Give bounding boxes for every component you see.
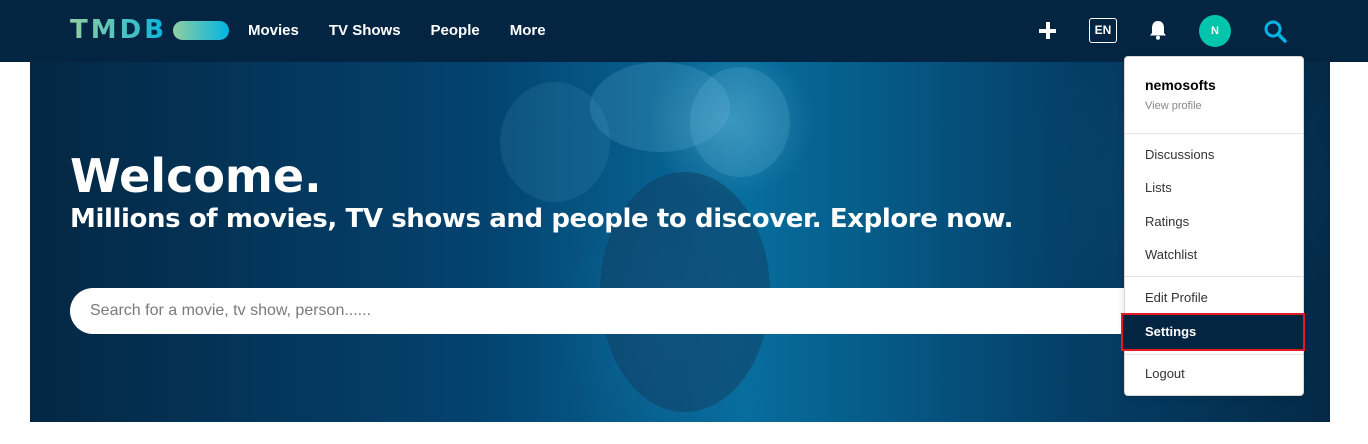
- bell-icon[interactable]: [1149, 20, 1167, 40]
- user-dropdown-menu: nemosofts View profile Discussions Lists…: [1121, 56, 1305, 396]
- hero-title: Welcome.: [70, 149, 322, 203]
- nav-item-tv-shows[interactable]: TV Shows: [329, 20, 401, 42]
- top-navbar: TMDB Movies TV Shows People More EN N: [0, 0, 1368, 62]
- main-nav: Movies TV Shows People More: [248, 20, 576, 42]
- logo-pill-shape: [173, 20, 230, 40]
- avatar[interactable]: N: [1199, 15, 1231, 47]
- menu-item-watchlist[interactable]: Watchlist: [1145, 246, 1197, 264]
- dropdown-username[interactable]: nemosofts: [1145, 77, 1216, 93]
- view-profile-link[interactable]: View profile: [1145, 100, 1202, 112]
- tmdb-logo[interactable]: TMDB: [70, 15, 230, 45]
- menu-item-ratings[interactable]: Ratings: [1145, 213, 1189, 231]
- dropdown-divider: [1125, 133, 1303, 134]
- dropdown-divider: [1125, 276, 1303, 277]
- menu-item-discussions[interactable]: Discussions: [1145, 146, 1214, 164]
- menu-item-settings[interactable]: Settings: [1121, 313, 1305, 351]
- hero-subtitle: Millions of movies, TV shows and people …: [70, 204, 1014, 234]
- menu-item-logout[interactable]: Logout: [1145, 365, 1185, 383]
- menu-item-lists[interactable]: Lists: [1145, 179, 1172, 197]
- nav-item-people[interactable]: People: [431, 20, 480, 42]
- language-button[interactable]: EN: [1089, 18, 1117, 43]
- plus-icon[interactable]: [1038, 21, 1058, 41]
- hero-figure-shape: [500, 82, 610, 202]
- nav-item-movies[interactable]: Movies: [248, 20, 299, 42]
- menu-item-settings-label: Settings: [1145, 324, 1197, 339]
- hero-figure-shape: [690, 67, 790, 177]
- hero-search-input[interactable]: [70, 288, 1160, 334]
- menu-item-edit-profile[interactable]: Edit Profile: [1145, 289, 1208, 307]
- nav-item-more[interactable]: More: [510, 20, 546, 42]
- search-icon[interactable]: [1263, 19, 1287, 43]
- dropdown-divider: [1125, 354, 1303, 355]
- logo-text: TMDB: [70, 15, 168, 45]
